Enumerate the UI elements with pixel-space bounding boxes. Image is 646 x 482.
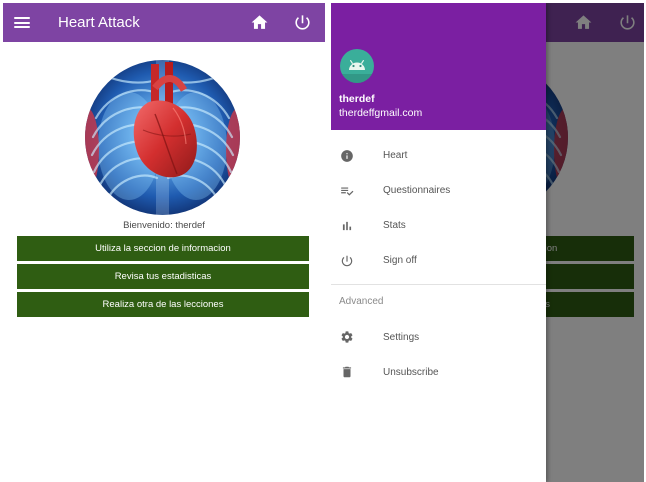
heart-xray-image (85, 60, 240, 215)
trash-icon (340, 365, 354, 379)
drawer-header: therdef therdeffgmail.com (331, 3, 546, 130)
drawer-item-heart[interactable]: Heart (331, 138, 546, 173)
bar-chart-icon (340, 219, 354, 233)
stats-button[interactable]: Revisa tus estadisticas (17, 264, 309, 289)
drawer-item-label: Heart (383, 150, 408, 161)
drawer-item-label: Questionnaires (383, 185, 451, 196)
drawer-item-label: Settings (383, 331, 420, 343)
drawer-item-stats[interactable]: Stats (331, 208, 546, 243)
drawer-screen: Heart Attack Bienvenido: therdef Utiliza… (331, 3, 644, 482)
drawer-item-settings[interactable]: Settings (331, 320, 546, 355)
drawer-username: therdef (339, 93, 375, 105)
app-title: Heart Attack (58, 14, 140, 31)
drawer-item-label: Unsubscribe (383, 366, 439, 378)
info-section-button[interactable]: Utiliza la seccion de informacion (17, 236, 309, 261)
main-screen: Heart Attack Bienvenido: therdef Utiliza… (3, 3, 325, 482)
drawer-item-sign-off[interactable]: Sign off (331, 243, 546, 278)
power-icon[interactable] (293, 13, 312, 32)
info-icon (340, 149, 354, 163)
hamburger-menu-icon[interactable] (14, 16, 30, 29)
app-bar: Heart Attack (3, 3, 325, 42)
menu-line (14, 21, 30, 24)
drawer-item-unsubscribe[interactable]: Unsubscribe (331, 355, 546, 390)
lessons-button[interactable]: Realiza otra de las lecciones (17, 292, 309, 317)
drawer-item-label: Sign off (383, 255, 417, 266)
drawer-email: therdeffgmail.com (339, 107, 423, 119)
navigation-drawer: therdef therdeffgmail.com Heart Question… (331, 3, 546, 482)
menu-line (14, 17, 30, 19)
home-icon[interactable] (250, 13, 269, 32)
playlist-check-icon (340, 184, 354, 198)
menu-line (14, 26, 30, 28)
drawer-item-label: Stats (383, 220, 406, 231)
welcome-text: Bienvenido: therdef (123, 220, 205, 231)
gear-icon (340, 330, 354, 344)
power-icon (340, 254, 354, 268)
drawer-divider (331, 284, 546, 285)
drawer-item-questionnaires[interactable]: Questionnaires (331, 173, 546, 208)
drawer-section-advanced: Advanced (339, 296, 384, 307)
android-avatar-icon (340, 49, 374, 83)
